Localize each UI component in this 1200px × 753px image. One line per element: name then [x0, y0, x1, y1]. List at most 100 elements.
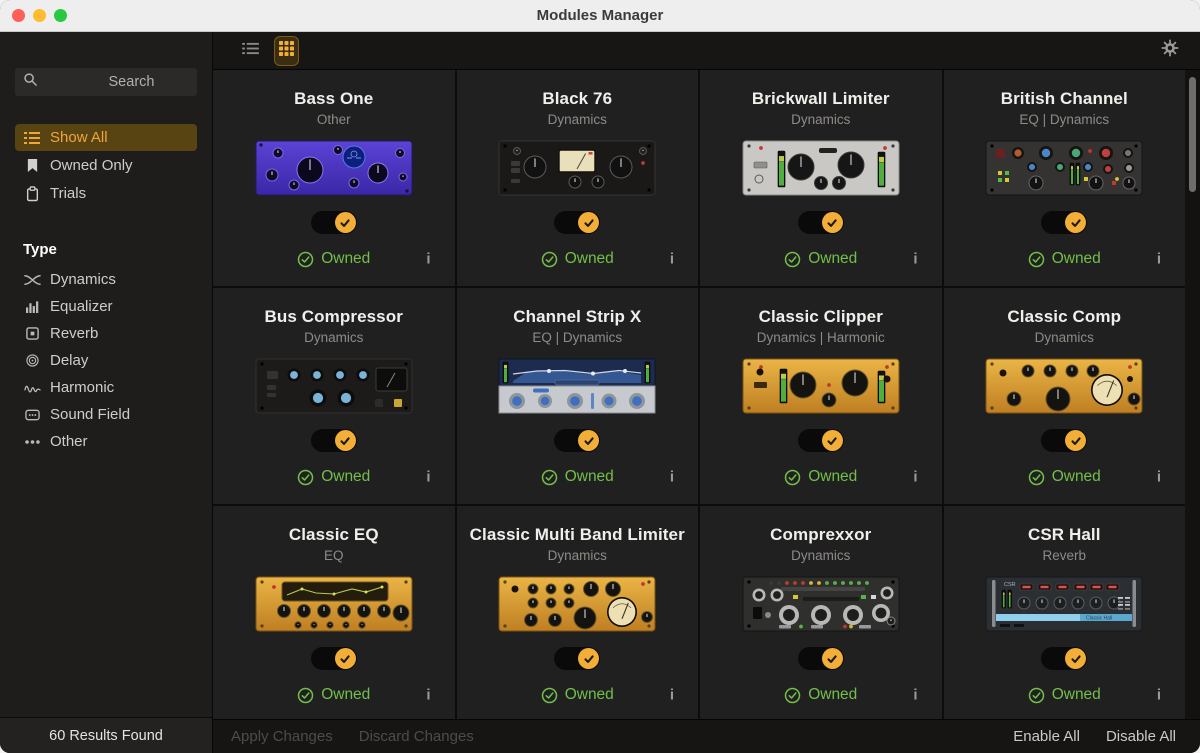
- sidebar-filter-show-all[interactable]: Show All: [15, 124, 197, 151]
- toggle-knob-check-icon: [578, 648, 599, 669]
- module-enable-toggle[interactable]: [798, 211, 844, 234]
- module-category: EQ | Dynamics: [532, 330, 622, 345]
- search-box[interactable]: [15, 68, 197, 96]
- sidebar-type-harmonic[interactable]: Harmonic: [15, 374, 197, 401]
- module-status-label: Owned: [321, 686, 370, 704]
- filter-list: Show All Owned Only Trials: [15, 124, 197, 207]
- window-titlebar: Modules Manager: [0, 0, 1200, 32]
- settings-gear-button[interactable]: [1156, 34, 1184, 67]
- module-category: Dynamics | Harmonic: [757, 330, 885, 345]
- module-enable-toggle[interactable]: [311, 211, 357, 234]
- sidebar-filter-label: Show All: [50, 129, 108, 146]
- discard-changes-button[interactable]: Discard Changes: [359, 728, 474, 745]
- module-card: Classic CompDynamicsOwnedi: [944, 288, 1186, 504]
- module-info-button[interactable]: i: [422, 469, 434, 486]
- module-enable-toggle[interactable]: [1041, 211, 1087, 234]
- apply-changes-button[interactable]: Apply Changes: [231, 728, 333, 745]
- module-enable-toggle[interactable]: [1041, 429, 1087, 452]
- search-input[interactable]: [38, 74, 225, 90]
- module-status-label: Owned: [565, 468, 614, 486]
- module-info-button[interactable]: i: [422, 251, 434, 268]
- grid-view-button[interactable]: [274, 36, 299, 66]
- list-view-icon: [242, 42, 259, 60]
- module-title: Comprexxor: [770, 525, 871, 545]
- bookmark-icon: [23, 158, 41, 173]
- toggle-knob-check-icon: [822, 212, 843, 233]
- sidebar-type-label: Dynamics: [50, 271, 116, 288]
- check-circle-icon: [1028, 251, 1045, 268]
- module-card: Bass One Other Ownedi: [213, 70, 455, 286]
- sidebar-type-label: Sound Field: [50, 406, 130, 423]
- sidebar-type-delay[interactable]: Delay: [15, 347, 197, 374]
- module-enable-toggle[interactable]: [554, 211, 600, 234]
- module-thumbnail: [984, 137, 1144, 199]
- check-circle-icon: [784, 687, 801, 704]
- module-category: Other: [317, 112, 351, 127]
- vertical-scrollbar[interactable]: [1185, 70, 1200, 719]
- sidebar-type-dynamics[interactable]: Dynamics: [15, 266, 197, 293]
- module-info-button[interactable]: i: [909, 251, 921, 268]
- enable-all-button[interactable]: Enable All: [1013, 728, 1080, 745]
- module-card: Bus CompressorDynamicsOwnedi: [213, 288, 455, 504]
- sidebar-filter-trials[interactable]: Trials: [15, 180, 197, 207]
- module-enable-toggle[interactable]: [798, 429, 844, 452]
- module-info-button[interactable]: i: [666, 251, 678, 268]
- module-info-button[interactable]: i: [1153, 687, 1165, 704]
- module-enable-toggle[interactable]: [554, 429, 600, 452]
- module-category: Dynamics: [548, 548, 607, 563]
- module-thumbnail: [741, 355, 901, 417]
- sidebar-type-other[interactable]: Other: [15, 428, 197, 455]
- scrollbar-thumb[interactable]: [1189, 77, 1196, 192]
- module-category: Dynamics: [548, 112, 607, 127]
- harmonic-icon: [23, 382, 41, 394]
- module-info-button[interactable]: i: [666, 469, 678, 486]
- module-status-row: Owned i: [457, 468, 699, 486]
- module-enable-toggle[interactable]: [311, 647, 357, 670]
- sidebar-type-label: Other: [50, 433, 88, 450]
- module-info-button[interactable]: i: [909, 469, 921, 486]
- module-card: Black 76DynamicsOwnedi: [457, 70, 699, 286]
- sidebar-type-label: Reverb: [50, 325, 98, 342]
- module-title: Brickwall Limiter: [752, 89, 890, 109]
- module-title: Classic EQ: [289, 525, 379, 545]
- module-enable-toggle[interactable]: [1041, 647, 1087, 670]
- module-info-button[interactable]: i: [666, 687, 678, 704]
- list-view-button[interactable]: [237, 37, 264, 65]
- module-card: British ChannelEQ | DynamicsOwnedi: [944, 70, 1186, 286]
- module-category: Dynamics: [1035, 330, 1094, 345]
- module-info-button[interactable]: i: [909, 687, 921, 704]
- sidebar-type-reverb[interactable]: Reverb: [15, 320, 197, 347]
- module-title: Bass One: [294, 89, 373, 109]
- toggle-knob-check-icon: [822, 648, 843, 669]
- module-info-button[interactable]: i: [1153, 251, 1165, 268]
- module-enable-toggle[interactable]: [798, 647, 844, 670]
- module-card: Brickwall LimiterDynamicsOwnedi: [700, 70, 942, 286]
- module-status-label: Owned: [1052, 468, 1101, 486]
- sidebar-type-equalizer[interactable]: Equalizer: [15, 293, 197, 320]
- module-title: Classic Multi Band Limiter: [470, 525, 685, 545]
- sidebar-filter-label: Owned Only: [50, 157, 133, 174]
- list-filter-icon: [23, 131, 41, 145]
- module-status-row: Ownedi: [213, 468, 455, 486]
- sidebar-type-label: Equalizer: [50, 298, 113, 315]
- module-status-row: Ownedi: [457, 686, 699, 704]
- module-status-row: Ownedi: [213, 250, 455, 268]
- module-status-label: Owned: [565, 250, 614, 268]
- module-card: CSR HallReverbCSRClassic HallOwnedi: [944, 506, 1186, 719]
- module-card: Channel Strip XEQ | DynamicsOwnedi: [457, 288, 699, 504]
- sidebar-type-sound-field[interactable]: Sound Field: [15, 401, 197, 428]
- search-icon: [23, 72, 38, 92]
- results-count: 60 Results Found: [0, 717, 212, 753]
- main-area: Bass OneOtherOwnediBlack 76DynamicsOwned…: [213, 32, 1200, 753]
- disable-all-button[interactable]: Disable All: [1106, 728, 1176, 745]
- module-thumbnail: [741, 137, 901, 199]
- sidebar-filter-owned-only[interactable]: Owned Only: [15, 152, 197, 179]
- module-status-row: Owned i: [213, 686, 455, 704]
- module-info-button[interactable]: i: [422, 687, 434, 704]
- module-enable-toggle[interactable]: [311, 429, 357, 452]
- toggle-knob-check-icon: [822, 430, 843, 451]
- svg-text:Classic Hall: Classic Hall: [1086, 616, 1112, 622]
- module-enable-toggle[interactable]: [554, 647, 600, 670]
- reverb-icon: [23, 327, 41, 340]
- module-info-button[interactable]: i: [1153, 469, 1165, 486]
